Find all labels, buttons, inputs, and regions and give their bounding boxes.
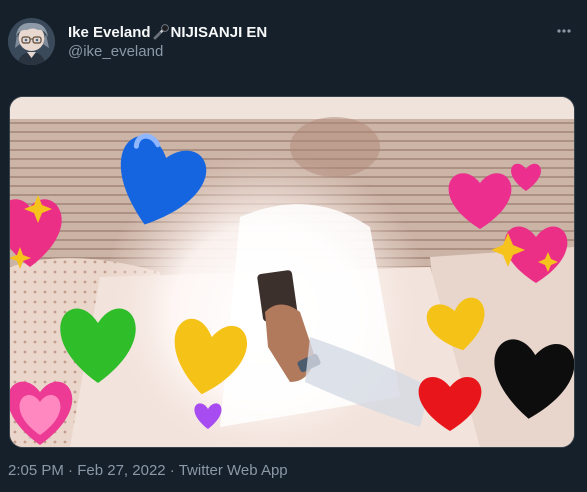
tweet-media-image[interactable]: u/F...: [9, 96, 575, 448]
user-handle[interactable]: @ike_eveland: [68, 43, 163, 60]
meta-separator: ·: [169, 462, 175, 479]
avatar[interactable]: [8, 18, 55, 65]
avatar-image: [8, 18, 55, 65]
display-name-suffix: NIJISANJI EN: [170, 23, 268, 41]
tweet-header: Ike Eveland NIJISANJI EN @ike_eveland: [0, 0, 587, 80]
more-horizontal-icon: [557, 29, 571, 33]
timestamp-date[interactable]: Feb 27, 2022: [77, 462, 165, 479]
timestamp-time[interactable]: 2:05 PM: [8, 462, 64, 479]
microphone-emoji-icon: [152, 24, 170, 40]
more-options-button[interactable]: [553, 22, 575, 40]
meta-separator: ·: [68, 462, 74, 479]
display-name[interactable]: Ike Eveland NIJISANJI EN: [68, 22, 267, 42]
meme-photo: u/F...: [10, 97, 574, 447]
display-name-prefix: Ike Eveland: [68, 23, 151, 41]
tweet-meta: 2:05 PM · Feb 27, 2022 · Twitter Web App: [8, 462, 288, 479]
tweet-source[interactable]: Twitter Web App: [179, 462, 288, 479]
